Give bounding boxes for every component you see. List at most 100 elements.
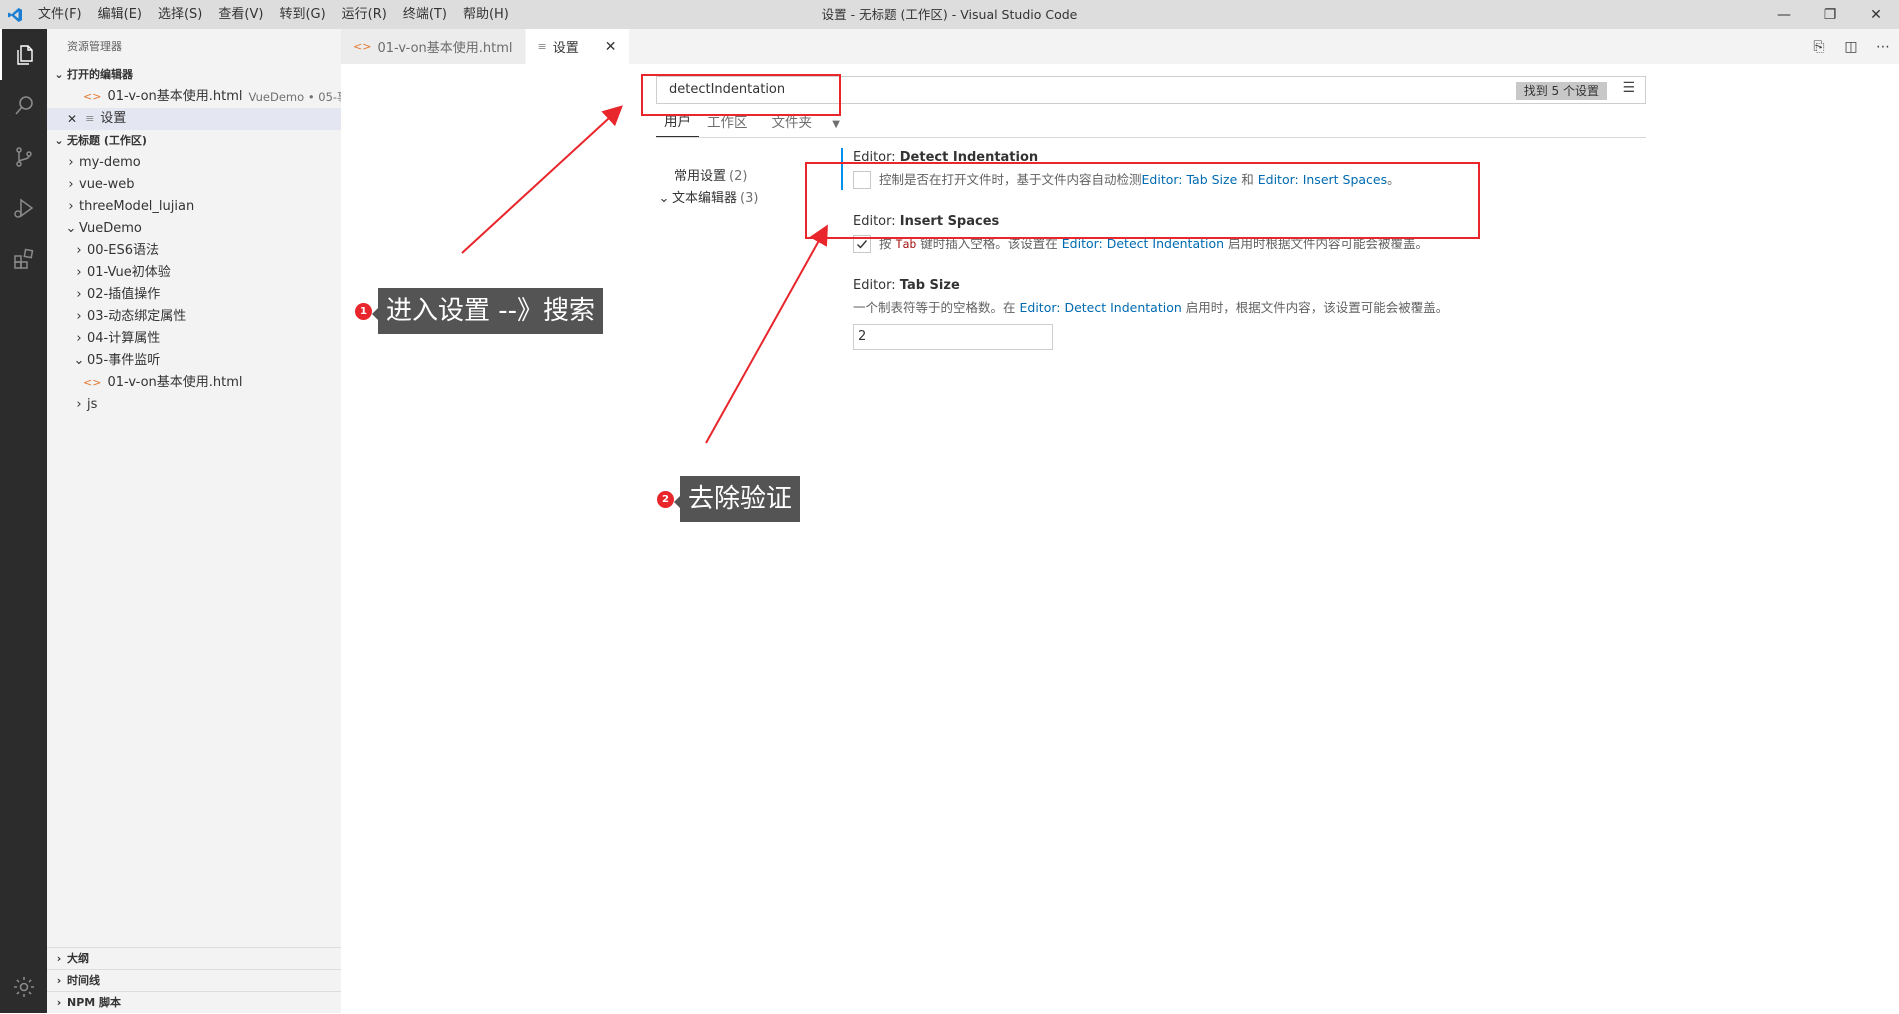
explorer-icon[interactable] bbox=[0, 29, 47, 80]
open-editor-settings-label: 设置 bbox=[100, 111, 127, 126]
folder-label: my-demo bbox=[79, 155, 141, 170]
open-editors-section[interactable]: ⌄ 打开的编辑器 bbox=[47, 64, 341, 86]
folder-label: 04-计算属性 bbox=[87, 331, 161, 346]
html-file-icon: <> bbox=[353, 40, 372, 53]
folder-vue-web[interactable]: › vue-web bbox=[47, 174, 341, 196]
setting-description: 一个制表符等于的空格数。在 Editor: Detect Indentation… bbox=[853, 298, 1541, 318]
toc-count: (3) bbox=[740, 191, 759, 206]
html-file-icon: <> bbox=[83, 90, 102, 103]
file-label: 01-v-on基本使用.html bbox=[107, 375, 243, 390]
folder-vuedemo[interactable]: ⌄ VueDemo bbox=[47, 218, 341, 240]
split-editor-icon[interactable]: ◫ bbox=[1835, 39, 1867, 55]
extensions-icon[interactable] bbox=[0, 233, 47, 284]
html-file-icon: <> bbox=[83, 376, 102, 389]
folder-label: 05-事件监听 bbox=[87, 353, 161, 368]
chevron-right-icon: › bbox=[76, 397, 82, 412]
chevron-right-icon: › bbox=[56, 995, 62, 1009]
outline-section[interactable]: › 大纲 bbox=[47, 947, 341, 969]
editor-tabs: <> 01-v-on基本使用.html ≡ 设置 ✕ ⎘ ◫ ⋯ bbox=[341, 29, 1899, 64]
editor-actions: ⎘ ◫ ⋯ bbox=[1803, 29, 1899, 64]
timeline-section[interactable]: › 时间线 bbox=[47, 969, 341, 991]
minimize-button[interactable]: — bbox=[1761, 0, 1807, 29]
setting-tab-size: Editor: Tab Size 一个制表符等于的空格数。在 Editor: D… bbox=[841, 276, 1541, 350]
more-actions-icon[interactable]: ⋯ bbox=[1867, 39, 1899, 55]
open-settings-json-icon[interactable]: ⎘ bbox=[1803, 39, 1835, 55]
menu-run[interactable]: 运行(R) bbox=[334, 0, 395, 29]
checkmark-icon bbox=[857, 240, 868, 249]
callout-label: 去除验证 bbox=[673, 476, 801, 522]
folder-label: 00-ES6语法 bbox=[87, 243, 159, 258]
close-window-button[interactable]: ✕ bbox=[1853, 0, 1899, 29]
desc-text: 启用时，根据文件内容，该设置可能会被覆盖。 bbox=[1181, 300, 1449, 315]
result-count-badge: 找到 5 个设置 bbox=[1515, 82, 1607, 100]
source-control-icon[interactable] bbox=[0, 131, 47, 182]
chevron-down-icon: ⌄ bbox=[658, 191, 670, 206]
folder-threemodel[interactable]: › threeModel_lujian bbox=[47, 196, 341, 218]
folder-my-demo[interactable]: › my-demo bbox=[47, 152, 341, 174]
chevron-down-icon: ⌄ bbox=[73, 353, 85, 368]
setting-title: Editor: Tab Size bbox=[853, 276, 1541, 296]
activity-bar bbox=[0, 29, 47, 1013]
open-editor-name: 01-v-on基本使用.html bbox=[107, 89, 243, 104]
settings-file-icon: ≡ bbox=[85, 112, 95, 125]
chevron-right-icon: › bbox=[68, 155, 74, 170]
folder-label: 01-Vue初体验 bbox=[87, 265, 171, 280]
gear-icon[interactable] bbox=[0, 967, 47, 1007]
annotation-setting-highlight bbox=[805, 162, 1480, 239]
annotation-search-highlight bbox=[641, 74, 841, 116]
close-icon[interactable]: ✕ bbox=[67, 108, 77, 130]
sidebar-bottom-sections: › 大纲 › 时间线 › NPM 脚本 bbox=[47, 947, 341, 1013]
run-debug-icon[interactable] bbox=[0, 182, 47, 233]
filter-icon[interactable]: ☰ bbox=[1622, 80, 1635, 96]
desc-text: 一个制表符等于的空格数。在 bbox=[853, 300, 1020, 315]
file-01-v-on[interactable]: <> 01-v-on基本使用.html bbox=[47, 372, 341, 394]
open-editor-html[interactable]: <> 01-v-on基本使用.html VueDemo • 05-事... bbox=[47, 86, 341, 108]
folder-js[interactable]: › js bbox=[47, 394, 341, 416]
chevron-right-icon: › bbox=[68, 199, 74, 214]
menu-go[interactable]: 转到(G) bbox=[271, 0, 333, 29]
callout-step-2: 2 去除验证 bbox=[657, 476, 801, 522]
tab-label: 设置 bbox=[552, 41, 579, 56]
chevron-down-icon: ⌄ bbox=[54, 134, 64, 147]
toc-count: (2) bbox=[729, 169, 748, 184]
folder-00[interactable]: › 00-ES6语法 bbox=[47, 240, 341, 262]
menu-terminal[interactable]: 终端(T) bbox=[395, 0, 455, 29]
close-icon[interactable]: ✕ bbox=[605, 39, 617, 55]
toc-text-editor[interactable]: ⌄ 文本编辑器 (3) bbox=[656, 188, 826, 210]
folder-label: 03-动态绑定属性 bbox=[87, 309, 187, 324]
toc-label: 常用设置 bbox=[674, 169, 727, 184]
link-detect-indentation[interactable]: Editor: Detect Indentation bbox=[1019, 298, 1181, 318]
menu-help[interactable]: 帮助(H) bbox=[455, 0, 517, 29]
callout-step-1: 1 进入设置 --》搜索 bbox=[355, 288, 604, 334]
workspace-label: 无标题 (工作区) bbox=[67, 134, 147, 147]
chevron-right-icon: › bbox=[76, 287, 82, 302]
tab-settings[interactable]: ≡ 设置 ✕ bbox=[525, 29, 630, 64]
tab-html[interactable]: <> 01-v-on基本使用.html bbox=[341, 29, 526, 64]
search-icon[interactable] bbox=[0, 80, 47, 131]
outline-label: 大纲 bbox=[67, 951, 89, 965]
open-editor-settings[interactable]: ✕ ≡ 设置 bbox=[47, 108, 341, 130]
folder-02[interactable]: › 02-插值操作 bbox=[47, 284, 341, 306]
chevron-down-icon: ⌄ bbox=[65, 221, 77, 236]
menu-file[interactable]: 文件(F) bbox=[30, 0, 90, 29]
folder-03[interactable]: › 03-动态绑定属性 bbox=[47, 306, 341, 328]
folder-05[interactable]: ⌄ 05-事件监听 bbox=[47, 350, 341, 372]
folder-label: VueDemo bbox=[79, 221, 142, 236]
restore-button[interactable]: ❐ bbox=[1807, 0, 1853, 29]
window-controls: — ❐ ✕ bbox=[1761, 0, 1899, 29]
timeline-label: 时间线 bbox=[67, 973, 100, 987]
title-bar: 文件(F) 编辑(E) 选择(S) 查看(V) 转到(G) 运行(R) 终端(T… bbox=[0, 0, 1899, 29]
folder-01[interactable]: › 01-Vue初体验 bbox=[47, 262, 341, 284]
toc-common[interactable]: 常用设置 (2) bbox=[656, 166, 826, 188]
chevron-right-icon: › bbox=[76, 265, 82, 280]
tab-size-input[interactable]: 2 bbox=[853, 324, 1053, 350]
menu-edit[interactable]: 编辑(E) bbox=[90, 0, 150, 29]
npm-scripts-label: NPM 脚本 bbox=[67, 995, 122, 1009]
settings-toc: 常用设置 (2) ⌄ 文本编辑器 (3) bbox=[656, 166, 826, 210]
npm-scripts-section[interactable]: › NPM 脚本 bbox=[47, 991, 341, 1013]
menu-selection[interactable]: 选择(S) bbox=[150, 0, 210, 29]
workspace-section[interactable]: ⌄ 无标题 (工作区) bbox=[47, 130, 341, 152]
menu-view[interactable]: 查看(V) bbox=[210, 0, 271, 29]
vscode-logo-icon bbox=[0, 0, 30, 29]
folder-04[interactable]: › 04-计算属性 bbox=[47, 328, 341, 350]
